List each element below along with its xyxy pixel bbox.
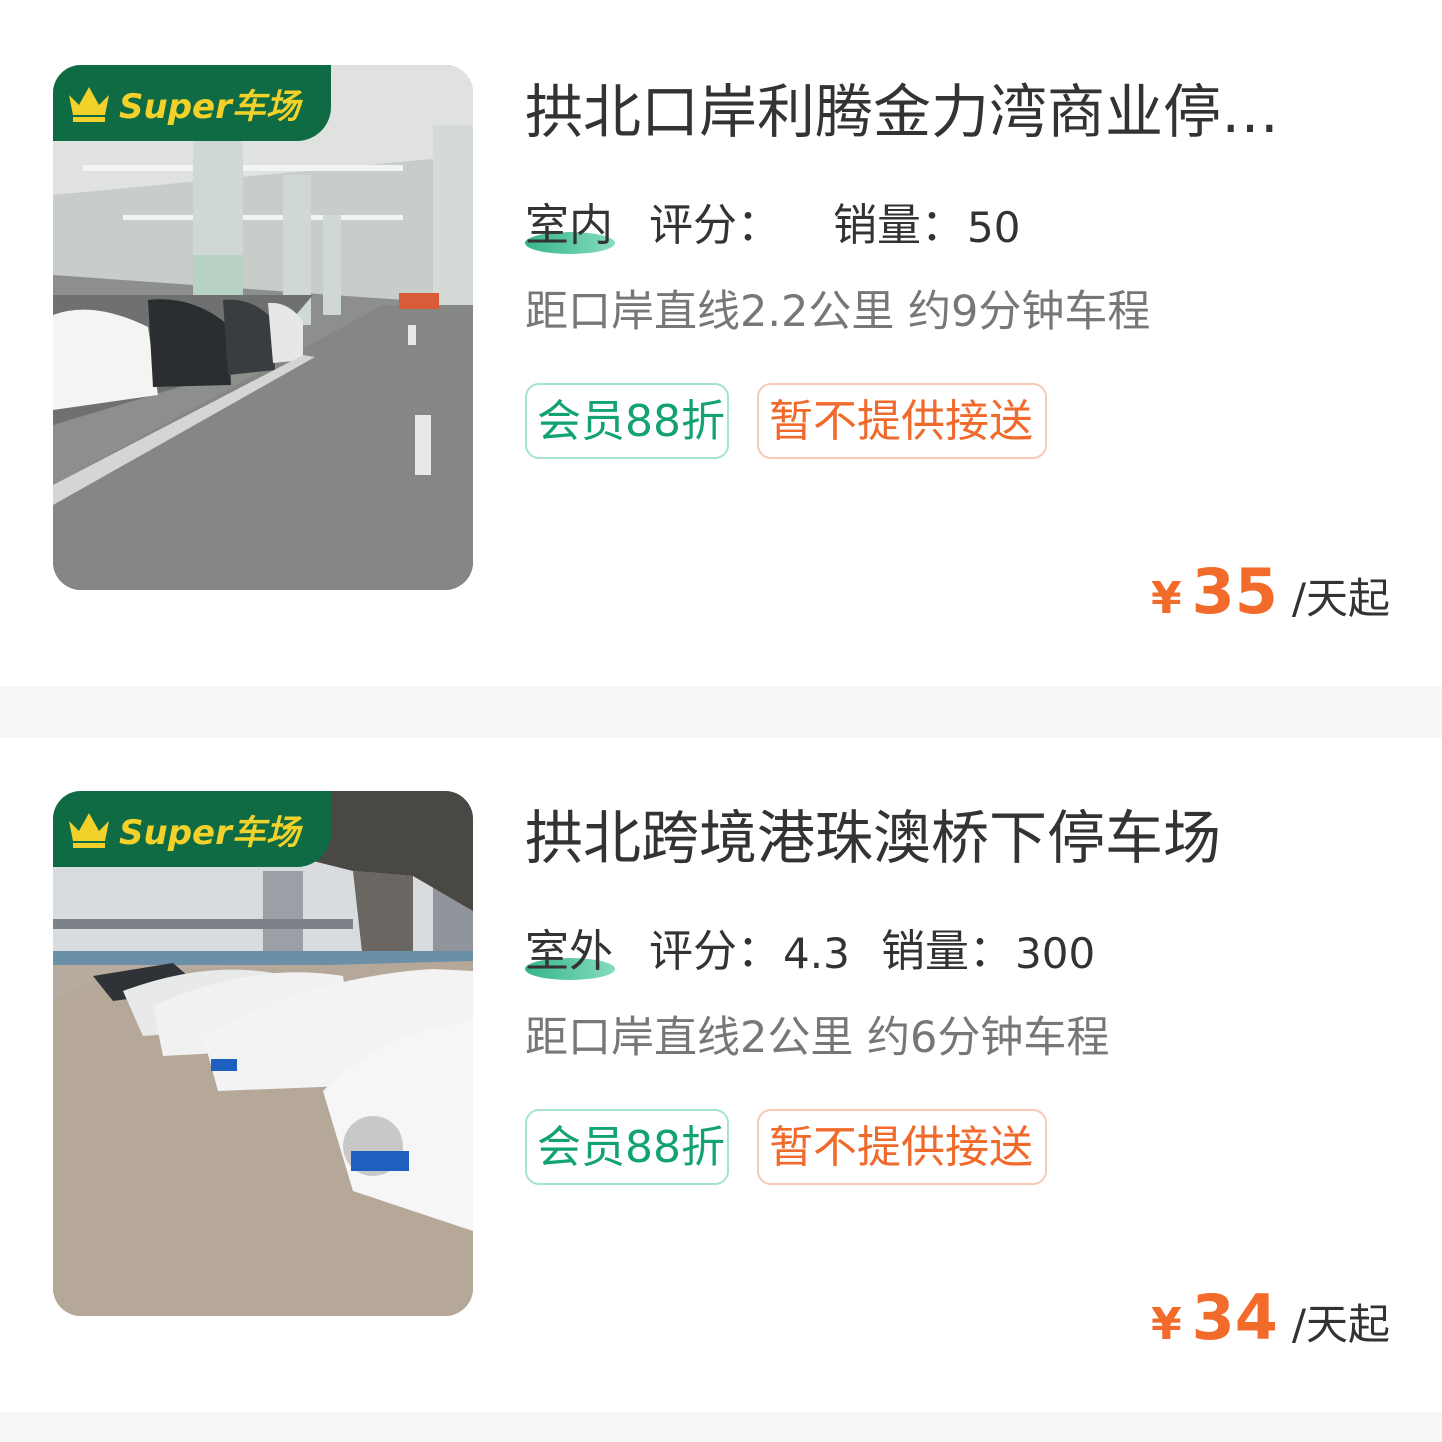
member-discount-tag: 会员88折 (525, 383, 729, 459)
rating-label: 评分： (649, 926, 781, 977)
parking-type-label: 室外 (525, 926, 613, 977)
parking-type-label: 室内 (525, 200, 613, 251)
price-block: ¥ 35 /天起 (1151, 555, 1390, 645)
list-divider (0, 686, 1442, 738)
no-shuttle-tag: 暂不提供接送 (757, 1109, 1047, 1185)
outdoor-lot-image (53, 791, 473, 1316)
parking-type: 室外 (525, 922, 615, 982)
price-amount: 34 (1191, 1281, 1278, 1354)
badge-label: Super车场 (119, 812, 300, 853)
sales-label: 销量： (833, 200, 965, 251)
distance-info: 距口岸直线2.2公里 约9分钟车程 (525, 287, 1151, 337)
crown-icon (69, 813, 109, 848)
parking-meta-row: 室外 评分： 4.3 销量： 300 (525, 922, 1325, 982)
indoor-garage-image (53, 65, 473, 590)
list-divider (0, 1412, 1442, 1442)
currency-symbol: ¥ (1150, 573, 1182, 624)
super-parking-badge: Super车场 (53, 791, 331, 867)
price-block: ¥ 34 /天起 (1151, 1281, 1390, 1371)
parking-listing-card[interactable]: Super车场 拱北跨境港珠澳桥下停车场 室外 评分： 4.3 销量： 300 … (0, 738, 1442, 1412)
sales-value: 50 (967, 203, 1021, 252)
parking-title[interactable]: 拱北跨境港珠澳桥下停车场 (525, 798, 1325, 878)
badge-label: Super车场 (119, 86, 300, 127)
super-parking-badge: Super车场 (53, 65, 331, 141)
currency-symbol: ¥ (1150, 1299, 1182, 1350)
distance-info: 距口岸直线2公里 约6分钟车程 (525, 1013, 1110, 1063)
parking-type: 室内 (525, 196, 615, 256)
parking-title[interactable]: 拱北口岸利腾金力湾商业停车场 (525, 72, 1325, 152)
price-unit: /天起 (1291, 574, 1390, 623)
price-unit: /天起 (1291, 1300, 1390, 1349)
parking-photo-outdoor[interactable]: Super车场 (53, 791, 473, 1316)
parking-photo-indoor[interactable]: Super车场 (53, 65, 473, 590)
member-discount-tag: 会员88折 (525, 1109, 729, 1185)
sales-value: 300 (1015, 929, 1096, 978)
price-amount: 35 (1191, 555, 1278, 628)
parking-meta-row: 室内 评分： 销量： 50 (525, 196, 1325, 256)
parking-listing-card[interactable]: Super车场 拱北口岸利腾金力湾商业停车场 室内 评分： 销量： 50 距口岸… (0, 0, 1442, 686)
rating-value: 4.3 (783, 929, 850, 978)
sales-label: 销量： (881, 926, 1013, 977)
crown-icon (69, 87, 109, 122)
no-shuttle-tag: 暂不提供接送 (757, 383, 1047, 459)
rating-label: 评分： (649, 200, 781, 251)
